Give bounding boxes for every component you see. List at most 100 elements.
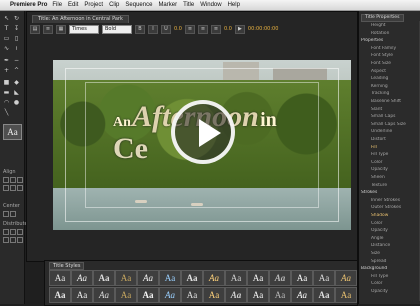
menu-sequence[interactable]: Sequence: [125, 2, 152, 8]
property-row[interactable]: Opacity: [371, 289, 420, 295]
property-row[interactable]: Outer Strokes: [371, 205, 420, 211]
title-style-swatch[interactable]: Aa: [247, 270, 269, 286]
timecode[interactable]: 00:00:00:00: [248, 26, 279, 32]
menu-project[interactable]: Project: [84, 2, 103, 8]
menu-clip[interactable]: Clip: [109, 2, 119, 8]
menu-file[interactable]: File: [52, 2, 62, 8]
title-style-swatch[interactable]: Aa: [247, 287, 269, 303]
add-anchor-tool-icon[interactable]: +: [2, 67, 11, 75]
type-tool-icon[interactable]: T: [2, 25, 11, 33]
new-title-icon[interactable]: ▤: [30, 24, 40, 34]
title-style-swatch[interactable]: Aa: [335, 270, 357, 286]
title-style-swatch[interactable]: Aa: [269, 270, 291, 286]
rounded-rect-tool-icon[interactable]: ▬: [2, 89, 11, 97]
title-styles-tab[interactable]: Title Styles: [49, 262, 85, 270]
title-style-swatch[interactable]: Aa: [115, 270, 137, 286]
bold-icon[interactable]: B: [135, 24, 145, 34]
title-style-swatch[interactable]: Aa: [335, 287, 357, 303]
property-row[interactable]: Properties: [361, 38, 416, 44]
title-style-swatch[interactable]: Aa: [203, 287, 225, 303]
center-vertical-icon[interactable]: [10, 211, 16, 217]
property-row[interactable]: Small Caps Size: [371, 122, 420, 128]
title-style-swatch[interactable]: Aa: [93, 287, 115, 303]
title-style-swatch[interactable]: Aa: [71, 287, 93, 303]
property-row[interactable]: Texture: [371, 183, 420, 189]
align-top-icon[interactable]: [3, 185, 9, 191]
property-row[interactable]: Sheen: [371, 175, 420, 181]
property-row[interactable]: Inner Strokes: [371, 198, 420, 204]
distribute-top-icon[interactable]: [3, 237, 9, 243]
property-row[interactable]: Tracking: [371, 91, 420, 97]
distribute-bottom-icon[interactable]: [17, 237, 23, 243]
property-row[interactable]: Aspect: [371, 69, 420, 75]
title-style-swatch[interactable]: Aa: [291, 287, 313, 303]
align-center-icon[interactable]: [10, 177, 16, 183]
play-button[interactable]: [171, 100, 235, 164]
property-row[interactable]: Shadow: [371, 213, 420, 219]
path-type-tool-icon[interactable]: ∿: [2, 45, 11, 53]
property-row[interactable]: Height: [371, 23, 420, 29]
menu-marker[interactable]: Marker: [158, 2, 177, 8]
leading-value[interactable]: 0.0: [174, 26, 182, 32]
property-row[interactable]: Strokes: [361, 190, 416, 196]
align-bottom-icon[interactable]: [17, 185, 23, 191]
align-center-text-icon[interactable]: ≡: [197, 24, 208, 34]
title-style-swatch[interactable]: Aa: [225, 287, 247, 303]
property-row[interactable]: Underline: [371, 129, 420, 135]
title-properties-tab[interactable]: Title Properties: [361, 14, 404, 22]
title-style-swatch[interactable]: Aa: [313, 287, 335, 303]
templates-icon[interactable]: ▦: [56, 24, 66, 34]
property-row[interactable]: Opacity: [371, 167, 420, 173]
title-style-swatch[interactable]: Aa: [71, 270, 93, 286]
property-row[interactable]: Angle: [371, 236, 420, 242]
property-row[interactable]: Font Size: [371, 61, 420, 67]
ellipse-tool-icon[interactable]: ●: [12, 99, 21, 107]
video-preview[interactable]: An Afternoon in Ce: [53, 60, 351, 230]
font-style-select[interactable]: Bold: [102, 24, 132, 34]
italic-icon[interactable]: I: [148, 24, 158, 34]
title-style-swatch[interactable]: Aa: [225, 270, 247, 286]
title-style-swatch[interactable]: Aa: [159, 287, 181, 303]
underline-icon[interactable]: U: [161, 24, 171, 34]
align-left-text-icon[interactable]: ≡: [184, 24, 195, 34]
property-row[interactable]: Leading: [371, 76, 420, 82]
align-middle-icon[interactable]: [10, 185, 16, 191]
delete-anchor-tool-icon[interactable]: −: [12, 57, 21, 65]
distribute-right-icon[interactable]: [17, 229, 23, 235]
title-style-swatch[interactable]: Aa: [49, 287, 71, 303]
title-style-swatch[interactable]: Aa: [93, 270, 115, 286]
clipped-corner-rect-tool-icon[interactable]: ◆: [12, 79, 21, 87]
title-style-swatch[interactable]: Aa: [269, 287, 291, 303]
property-row[interactable]: Kerning: [371, 84, 420, 90]
rectangle-tool-icon[interactable]: ■: [2, 79, 11, 87]
vertical-area-type-tool-icon[interactable]: ▯: [12, 35, 21, 43]
menu-help[interactable]: Help: [228, 2, 240, 8]
property-row[interactable]: Font Style: [371, 53, 420, 59]
property-row[interactable]: Baseline Shift: [371, 99, 420, 105]
align-right-text-icon[interactable]: ≡: [210, 24, 221, 34]
center-horizontal-icon[interactable]: [3, 211, 9, 217]
pen-tool-icon[interactable]: ✒: [2, 57, 11, 65]
distribute-center-icon[interactable]: [10, 229, 16, 235]
property-row[interactable]: Fill Type: [371, 274, 420, 280]
menu-edit[interactable]: Edit: [68, 2, 78, 8]
align-left-icon[interactable]: [3, 177, 9, 183]
vertical-path-type-tool-icon[interactable]: ≀: [12, 45, 21, 53]
property-row[interactable]: Slant: [371, 107, 420, 113]
property-row[interactable]: Spread: [371, 259, 420, 265]
property-row[interactable]: Color: [371, 281, 420, 287]
title-style-swatch[interactable]: Aa: [137, 270, 159, 286]
title-style-swatch[interactable]: Aa: [291, 270, 313, 286]
property-row[interactable]: Size: [371, 251, 420, 257]
property-row[interactable]: Background: [361, 266, 416, 272]
line-tool-icon[interactable]: ╲: [2, 109, 11, 117]
distribute-left-icon[interactable]: [3, 229, 9, 235]
property-row[interactable]: Color: [371, 160, 420, 166]
title-style-swatch[interactable]: Aa: [159, 270, 181, 286]
title-style-swatch[interactable]: Aa: [203, 270, 225, 286]
selection-tool-icon[interactable]: ↖: [2, 15, 11, 23]
arc-tool-icon[interactable]: ◠: [2, 99, 11, 107]
property-row[interactable]: Distort: [371, 137, 420, 143]
property-row[interactable]: Opacity: [371, 228, 420, 234]
rotation-tool-icon[interactable]: ↻: [12, 15, 21, 23]
